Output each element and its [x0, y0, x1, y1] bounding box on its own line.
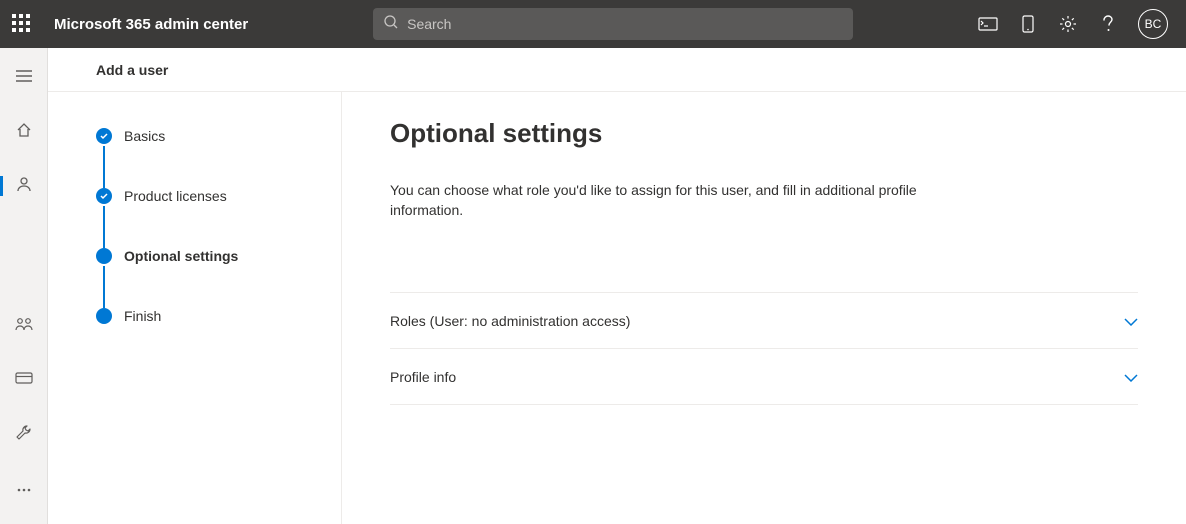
dot-icon [96, 308, 112, 324]
sidebar-item-setup[interactable] [0, 416, 48, 452]
wizard-step-label: Product licenses [124, 188, 227, 204]
wizard-steps: Basics Product licenses Optional setting… [48, 92, 342, 524]
accordion-roles[interactable]: Roles (User: no administration access) [390, 293, 1138, 349]
check-icon [96, 128, 112, 144]
ellipsis-icon [17, 479, 31, 497]
user-avatar[interactable]: BC [1138, 9, 1168, 39]
wrench-icon [16, 424, 32, 445]
help-icon[interactable] [1098, 14, 1118, 34]
shell-cloud-icon[interactable] [978, 14, 998, 34]
settings-icon[interactable] [1058, 14, 1078, 34]
mobile-icon[interactable] [1018, 14, 1038, 34]
groups-icon [15, 317, 33, 336]
wizard-step-basics[interactable]: Basics [96, 128, 341, 144]
dot-icon [96, 248, 112, 264]
sidebar-item-users[interactable] [0, 168, 48, 204]
panel: Optional settings You can choose what ro… [342, 92, 1186, 524]
wizard-step-optional[interactable]: Optional settings [96, 248, 341, 264]
wizard-step-label: Finish [124, 308, 161, 324]
app-title: Microsoft 365 admin center [54, 16, 248, 33]
accordion-label: Roles (User: no administration access) [390, 313, 630, 329]
wizard-step-label: Basics [124, 128, 165, 144]
panel-title: Optional settings [390, 118, 1138, 149]
search-box[interactable] [373, 8, 853, 40]
page-title: Add a user [48, 48, 1186, 92]
home-icon [16, 122, 32, 143]
search-input[interactable] [407, 16, 843, 32]
sidebar-item-home[interactable] [0, 114, 48, 150]
top-bar: Microsoft 365 admin center BC [0, 0, 1186, 48]
accordion-label: Profile info [390, 369, 456, 385]
check-icon [96, 188, 112, 204]
chevron-down-icon [1124, 369, 1138, 385]
panel-description: You can choose what role you'd like to a… [390, 181, 920, 220]
sidebar-toggle[interactable] [0, 60, 48, 96]
left-sidebar [0, 48, 48, 524]
search-icon [383, 14, 399, 35]
sidebar-item-groups[interactable] [0, 308, 48, 344]
user-icon [16, 176, 32, 197]
hamburger-icon [16, 69, 32, 87]
wizard-step-finish[interactable]: Finish [96, 308, 341, 324]
accordion-profile[interactable]: Profile info [390, 349, 1138, 405]
sidebar-item-billing[interactable] [0, 362, 48, 398]
wizard-step-licenses[interactable]: Product licenses [96, 188, 341, 204]
chevron-down-icon [1124, 313, 1138, 329]
app-launcher-icon[interactable] [12, 14, 32, 34]
sidebar-more[interactable] [0, 470, 48, 506]
wizard-step-label: Optional settings [124, 248, 238, 264]
billing-icon [15, 371, 33, 389]
